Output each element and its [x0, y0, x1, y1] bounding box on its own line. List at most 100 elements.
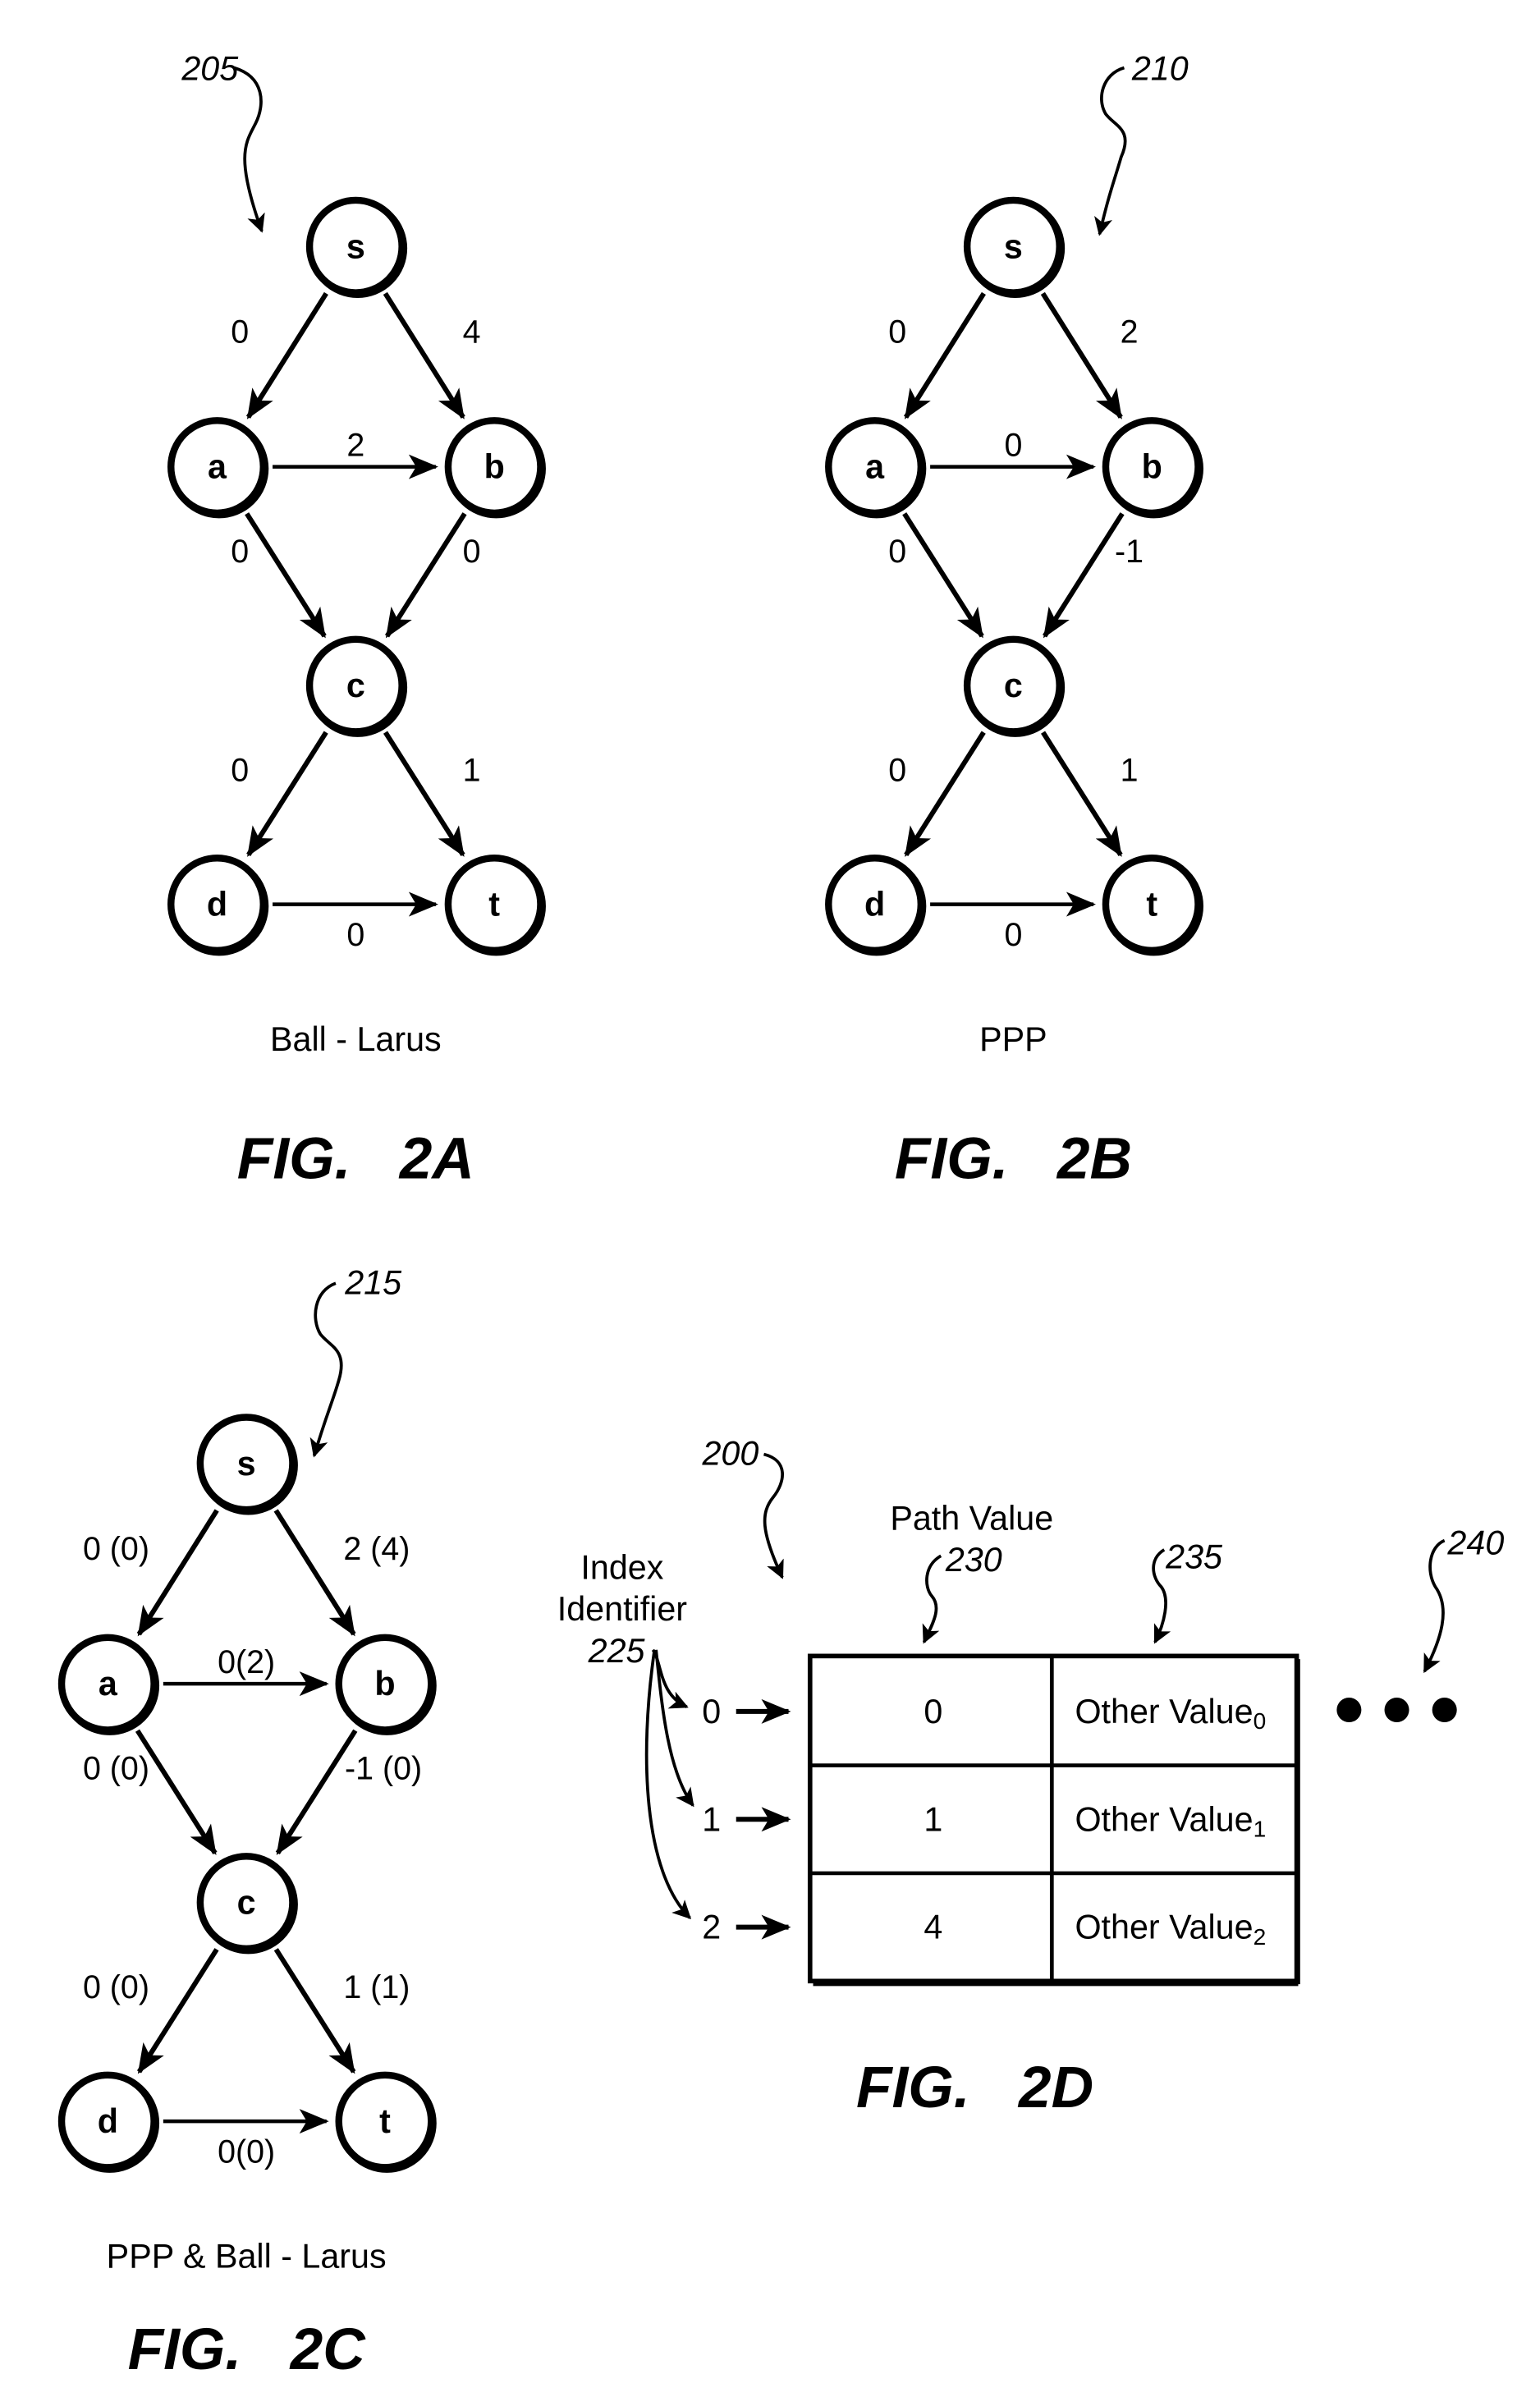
node-t: t: [444, 855, 546, 956]
node-label: t: [1146, 886, 1157, 924]
edge-label-s-b: 2: [1121, 314, 1139, 350]
edge-a-c-arrow: [245, 512, 327, 639]
reference-number-200: 200: [701, 1435, 759, 1473]
reference-number-225: 225: [588, 1632, 646, 1670]
figure-2d-path-table: 200 Path Value 230 235 240 Index Identif…: [557, 1435, 1505, 2121]
reference-number-205: 205: [181, 50, 239, 88]
edge-label-c-t: 1: [1121, 752, 1139, 788]
node-label: a: [208, 448, 227, 486]
edge-c-d-arrow: [246, 731, 328, 857]
figure-caption: Ball - Larus: [270, 1020, 442, 1058]
figure-2c-combined-graph: 0 (0) 2 (4) 0(2) 0 (0) -1 (0) 0 (0) 1 (1) 0(0) s…: [57, 1263, 437, 2382]
node-label: a: [865, 448, 885, 486]
node-b: b: [444, 417, 546, 519]
figure-caption: PPP & Ball - Larus: [107, 2237, 387, 2275]
leader-arrow-230: [922, 1554, 942, 1644]
node-c: c: [963, 635, 1066, 737]
node-label: t: [488, 886, 500, 924]
figure-title-2a: FIG. 2A: [237, 1126, 474, 1192]
edge-label-c-d: 0: [231, 752, 249, 788]
node-label: b: [374, 1665, 395, 1703]
leader-arrow-240: [1423, 1538, 1446, 1674]
leader-arrow-205: [233, 66, 265, 233]
edge-b-c-arrow: [384, 512, 467, 639]
node-label: b: [1142, 448, 1162, 486]
node-label: d: [864, 886, 885, 924]
node-t: t: [335, 2071, 437, 2173]
edge-c-d-arrow: [904, 731, 986, 857]
edge-label-a-b: 0(2): [218, 1644, 275, 1680]
reference-number-235: 235: [1165, 1538, 1223, 1575]
node-c: c: [196, 1853, 298, 1955]
other-value-cell: Other Value2: [1075, 1909, 1266, 1950]
figure-title-2b: FIG. 2B: [895, 1126, 1132, 1192]
leader-arrow-210: [1094, 66, 1127, 236]
edge-label-s-b: 4: [463, 314, 481, 350]
node-label: c: [346, 667, 365, 704]
edge-c-t-arrow: [1041, 731, 1123, 857]
node-c: c: [305, 635, 408, 737]
other-value-text: Other Value: [1075, 1800, 1253, 1838]
reference-number-215: 215: [344, 1263, 402, 1301]
edge-label-s-a: 0: [888, 314, 906, 350]
node-a: a: [825, 417, 927, 519]
edge-a-c-arrow: [902, 512, 984, 639]
figure-title-2d: FIG. 2D: [856, 2055, 1093, 2120]
edge-label-c-t: 1: [463, 752, 481, 788]
edge-s-a-arrow: [136, 1509, 219, 1637]
reference-number-240: 240: [1446, 1524, 1504, 1561]
patent-drawing-sheet: 0 420 00 10sa bcd tBall - LarusFIG. 2A205 0 20…: [57, 50, 1505, 2382]
edge-label-d-t: 0: [1004, 917, 1022, 953]
node-b: b: [1102, 417, 1204, 519]
path-value-cell: 1: [924, 1800, 942, 1838]
edge-s-a-arrow: [903, 291, 986, 419]
edge-label-b-c: -1: [1115, 534, 1144, 570]
edge-label-a-c: 0 (0): [83, 1750, 149, 1786]
edge-label-a-c: 0: [888, 534, 906, 570]
node-label: s: [1004, 227, 1023, 265]
node-s: s: [963, 196, 1066, 299]
reference-number-210: 210: [1131, 50, 1189, 88]
node-b: b: [335, 1634, 437, 1735]
edge-label-c-t: 1 (1): [343, 1969, 410, 2005]
edge-label-s-a: 0 (0): [83, 1531, 149, 1567]
ellipsis-dot: [1336, 1698, 1362, 1723]
edge-label-c-d: 0: [888, 752, 906, 788]
other-value-text: Other Value: [1075, 1909, 1253, 1946]
edge-s-a-arrow: [245, 291, 328, 419]
other-value-subscript: 2: [1254, 1923, 1267, 1949]
edge-label-b-c: 0: [463, 534, 481, 570]
edge-label-a-b: 2: [346, 427, 364, 463]
other-value-subscript: 1: [1254, 1816, 1267, 1841]
leader-arrow-215: [309, 1281, 343, 1458]
path-value-cell: 4: [924, 1909, 942, 1946]
index-identifier-label-line2: Identifier: [557, 1590, 688, 1628]
edge-s-b-arrow: [273, 1509, 356, 1637]
figure-caption: PPP: [979, 1020, 1047, 1058]
node-d: d: [825, 855, 927, 956]
edge-c-t-arrow: [383, 731, 465, 857]
path-value-header: Path Value: [890, 1499, 1053, 1537]
node-a: a: [57, 1634, 160, 1735]
other-value-cell: Other Value0: [1075, 1693, 1266, 1734]
other-value-cell: Other Value1: [1075, 1800, 1266, 1841]
node-s: s: [305, 196, 408, 299]
node-label: d: [98, 2102, 118, 2140]
path-value-cell: 0: [924, 1693, 942, 1730]
edge-label-d-t: 0(0): [218, 2134, 275, 2170]
node-a: a: [167, 417, 269, 519]
reference-number-230: 230: [945, 1541, 1002, 1579]
node-label: d: [207, 886, 227, 924]
node-label: s: [237, 1445, 256, 1483]
index-identifier: 0: [702, 1693, 721, 1730]
edge-label-a-c: 0: [231, 534, 249, 570]
edge-label-c-d: 0 (0): [83, 1969, 149, 2005]
figure-2b-ppp-graph: 0 2 0 0 -1 0 1 0 s a b c d t PPP FIG. 2B 210: [825, 50, 1204, 1192]
edge-label-a-b: 0: [1004, 427, 1022, 463]
node-t: t: [1102, 855, 1204, 956]
node-label: c: [1004, 667, 1023, 704]
edge-s-b-arrow: [383, 291, 465, 419]
index-identifier-label-line1: Index: [580, 1549, 663, 1587]
leader-arrow-200: [763, 1452, 784, 1579]
other-value-text: Other Value: [1075, 1693, 1253, 1730]
